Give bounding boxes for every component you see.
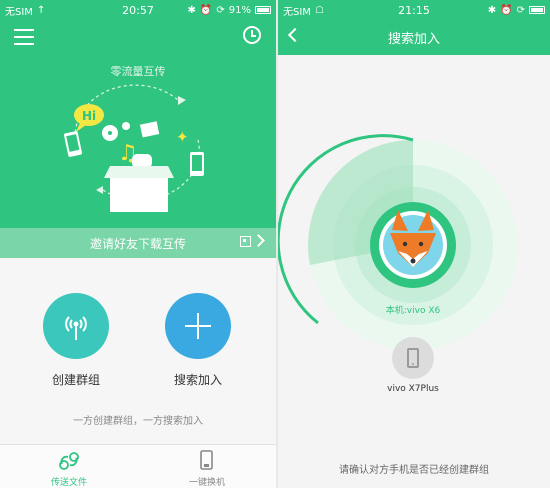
- found-device-avatar[interactable]: [392, 337, 434, 379]
- transfer-home-screen: 无SIM ↑ 20:57 ✱ ⏰ ⟳ 91% 零流量互传 Hi ♫ ✦ 邀请好友…: [0, 0, 276, 488]
- status-bar: 无SIM ☖ 21:15 ✱ ⏰ ⟳: [278, 0, 550, 20]
- hero-illustration: Hi ♫ ✦: [64, 84, 204, 212]
- bubble-text: Hi: [82, 109, 96, 123]
- found-device-name[interactable]: vivo X7Plus: [363, 384, 463, 394]
- hero-title: 零流量互传: [110, 65, 166, 78]
- transfer-link-icon: [59, 452, 79, 470]
- plus-icon: [185, 313, 211, 339]
- instruction-text: 请确认对方手机是否已经创建群组: [339, 465, 489, 476]
- create-group-label: 创建群组: [51, 373, 100, 387]
- tab-transfer-files[interactable]: 传送文件: [0, 445, 138, 488]
- status-time: 20:57: [122, 3, 154, 17]
- qr-code-icon: [240, 236, 251, 247]
- tab-one-key-switch[interactable]: 一键换机: [138, 445, 276, 488]
- page-title: 搜索加入: [387, 32, 440, 47]
- local-device-label: 本机:vivo X6: [385, 306, 441, 316]
- menu-icon[interactable]: [14, 29, 34, 45]
- battery-icon: [255, 6, 271, 14]
- create-group-button[interactable]: [43, 293, 109, 359]
- invite-friends-bar[interactable]: 邀请好友下载互传: [0, 228, 276, 258]
- tab-switch-label: 一键换机: [188, 478, 225, 488]
- status-time: 21:15: [398, 3, 430, 17]
- instruction-text: 一方创建群组，一方搜索加入: [73, 416, 203, 427]
- tab-transfer-label: 传送文件: [50, 478, 87, 488]
- search-join-label: 搜索加入: [173, 373, 222, 387]
- svg-text:✦: ✦: [176, 128, 189, 146]
- hotspot-icon: [65, 316, 87, 340]
- bottom-tab-bar: 传送文件 一键换机: [0, 444, 276, 488]
- search-join-screen: 无SIM ☖ 21:15 ✱ ⏰ ⟳ 搜索加入 本机:vivo X6 vivo …: [278, 0, 550, 488]
- phone-icon: [407, 348, 419, 368]
- battery-icon: [529, 6, 545, 14]
- status-bar: 无SIM ↑ 20:57 ✱ ⏰ ⟳ 91%: [0, 0, 276, 20]
- history-clock-icon[interactable]: [243, 26, 261, 44]
- phone-switch-icon: [200, 450, 213, 470]
- chevron-right-icon: [252, 234, 265, 247]
- search-join-button[interactable]: [165, 293, 231, 359]
- invite-text: 邀请好友下载互传: [89, 236, 186, 251]
